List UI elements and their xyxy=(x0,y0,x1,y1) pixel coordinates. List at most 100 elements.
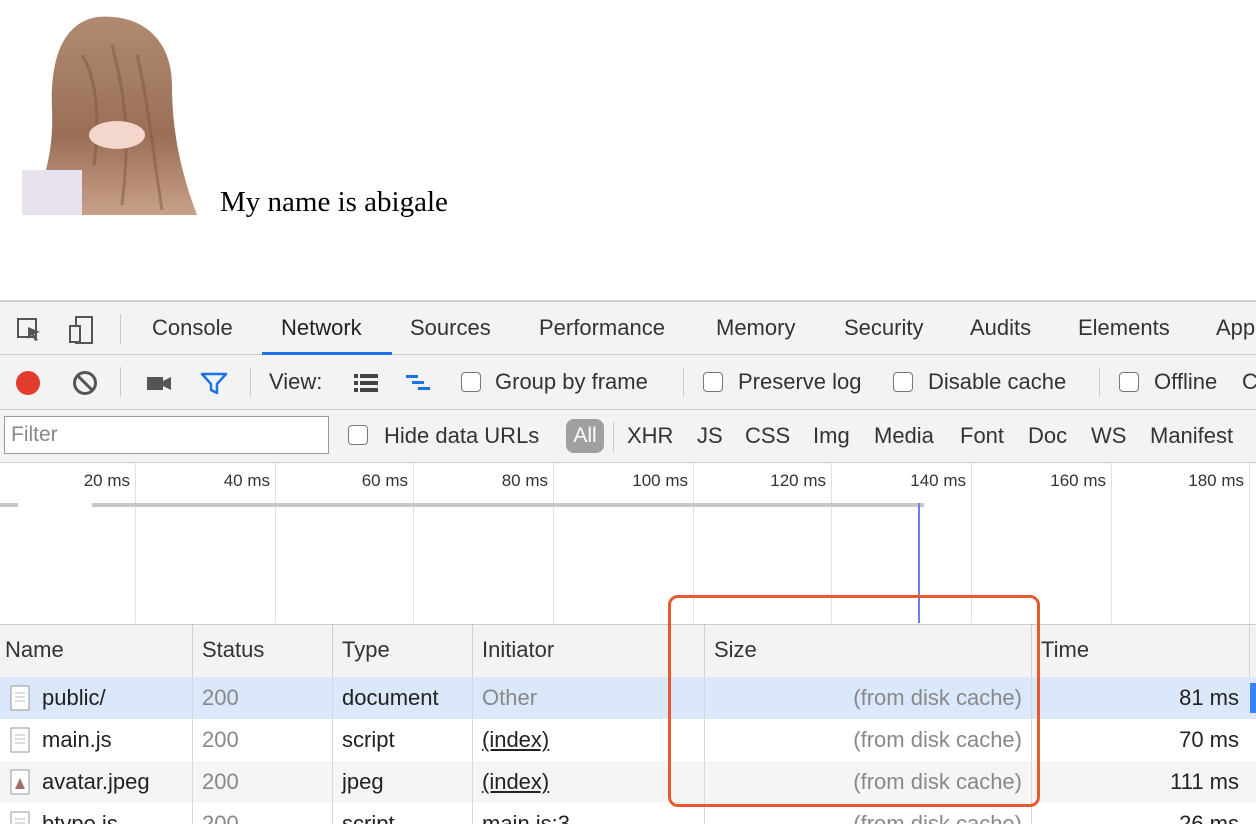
device-toolbar-icon[interactable] xyxy=(68,316,96,344)
clear-icon[interactable] xyxy=(71,369,99,397)
devtools-tabbar: Console Network Sources Performance Memo… xyxy=(0,302,1256,355)
request-size: (from disk cache) xyxy=(853,769,1022,794)
request-size: (from disk cache) xyxy=(853,727,1022,752)
request-type: jpeg xyxy=(342,769,384,794)
column-divider[interactable] xyxy=(472,625,473,677)
offline-label: Offline xyxy=(1154,369,1218,394)
timeline-tick-label: 20 ms xyxy=(83,471,130,490)
filter-type-doc[interactable]: Doc xyxy=(1028,410,1067,462)
request-name: main.js xyxy=(42,727,112,752)
request-type: script xyxy=(342,727,395,752)
tab-sources[interactable]: Sources xyxy=(410,302,491,354)
offline-checkbox[interactable] xyxy=(1119,372,1139,392)
tab-security[interactable]: Security xyxy=(844,302,923,354)
column-header-name[interactable]: Name xyxy=(5,625,64,677)
column-divider xyxy=(472,761,473,803)
large-request-rows-icon[interactable] xyxy=(352,369,380,397)
column-divider xyxy=(704,761,705,803)
filter-type-ws[interactable]: WS xyxy=(1091,410,1126,462)
request-time: 81 ms xyxy=(1179,685,1239,710)
filter-input[interactable] xyxy=(4,416,329,454)
hide-data-urls-label: Hide data URLs xyxy=(384,423,540,448)
throttling-select[interactable]: C xyxy=(1242,355,1256,409)
inspect-element-icon[interactable] xyxy=(16,316,44,344)
filter-type-xhr[interactable]: XHR xyxy=(627,410,673,462)
timeline-tick-label: 80 ms xyxy=(501,471,548,490)
table-row[interactable]: avatar.jpeg 200 jpeg (index) (from disk … xyxy=(0,761,1256,803)
disable-cache-checkbox[interactable] xyxy=(893,372,913,392)
script-file-icon xyxy=(10,811,30,824)
page-name-text: My name is abigale xyxy=(220,186,448,218)
column-divider[interactable] xyxy=(1249,625,1250,677)
hide-data-urls-checkbox[interactable] xyxy=(348,425,368,445)
column-divider xyxy=(1031,719,1032,761)
tab-memory[interactable]: Memory xyxy=(716,302,795,354)
filter-type-js[interactable]: JS xyxy=(697,410,723,462)
tab-network[interactable]: Network xyxy=(281,302,362,354)
request-initiator-link[interactable]: (index) xyxy=(482,761,549,803)
toolbar-separator xyxy=(250,367,251,397)
waterfall-overview-icon[interactable] xyxy=(404,369,432,397)
request-name: avatar.jpeg xyxy=(42,769,150,794)
column-divider[interactable] xyxy=(1031,625,1032,677)
column-header-size[interactable]: Size xyxy=(714,625,757,677)
filter-bar: Hide data URLs All XHR JS CSS Img Media … xyxy=(0,410,1256,463)
tab-elements[interactable]: Elements xyxy=(1078,302,1170,354)
column-divider xyxy=(472,719,473,761)
request-status: 200 xyxy=(202,769,239,794)
timeline-overview[interactable]: 20 ms 40 ms 60 ms 80 ms 100 ms 120 ms 14… xyxy=(0,463,1256,623)
column-header-status[interactable]: Status xyxy=(202,625,264,677)
column-divider xyxy=(332,719,333,761)
table-row[interactable]: main.js 200 script (index) (from disk ca… xyxy=(0,719,1256,761)
filter-type-manifest[interactable]: Manifest xyxy=(1150,410,1233,462)
request-size: (from disk cache) xyxy=(853,811,1022,824)
preserve-log-checkbox[interactable] xyxy=(703,372,723,392)
timeline-tick-label: 60 ms xyxy=(361,471,408,490)
filter-funnel-icon[interactable] xyxy=(200,369,228,397)
tab-console[interactable]: Console xyxy=(152,302,233,354)
column-divider[interactable] xyxy=(332,625,333,677)
table-row[interactable]: public/ 200 document Other (from disk ca… xyxy=(0,677,1256,719)
request-initiator-link[interactable]: main.js:3 xyxy=(482,803,570,824)
timeline-tick-label: 160 ms xyxy=(1050,471,1106,490)
column-divider xyxy=(192,677,193,719)
toolbar-separator xyxy=(120,367,121,397)
request-initiator-link[interactable]: (index) xyxy=(482,719,549,761)
record-icon[interactable] xyxy=(14,369,42,397)
timeline-gridline xyxy=(971,463,972,623)
column-header-time[interactable]: Time xyxy=(1041,625,1089,677)
filter-type-img[interactable]: Img xyxy=(813,410,850,462)
column-header-type[interactable]: Type xyxy=(342,625,390,677)
column-divider xyxy=(1031,803,1032,824)
tab-audits[interactable]: Audits xyxy=(970,302,1031,354)
column-header-initiator[interactable]: Initiator xyxy=(482,625,554,677)
group-by-frame-checkbox[interactable] xyxy=(461,372,481,392)
document-file-icon xyxy=(10,685,30,711)
filter-type-css[interactable]: CSS xyxy=(745,410,790,462)
timeline-tick-label: 120 ms xyxy=(770,471,826,490)
tab-performance[interactable]: Performance xyxy=(539,302,665,354)
column-divider xyxy=(1031,677,1032,719)
timeline-gridline xyxy=(693,463,694,623)
request-status: 200 xyxy=(202,685,239,710)
table-row[interactable]: btype.js 200 script main.js:3 (from disk… xyxy=(0,803,1256,824)
column-divider[interactable] xyxy=(704,625,705,677)
column-divider[interactable] xyxy=(192,625,193,677)
scrollbar-thumb[interactable] xyxy=(1250,683,1256,713)
request-size: (from disk cache) xyxy=(853,685,1022,710)
request-time: 111 ms xyxy=(1170,769,1239,794)
timeline-gridline xyxy=(553,463,554,623)
timeline-tick-label: 180 ms xyxy=(1188,471,1244,490)
group-by-frame-label: Group by frame xyxy=(495,369,648,394)
timeline-tick-label: 100 ms xyxy=(632,471,688,490)
capture-screenshots-icon[interactable] xyxy=(145,369,173,397)
filter-type-font[interactable]: Font xyxy=(960,410,1004,462)
request-initiator: Other xyxy=(482,685,538,710)
devtools-panel: Console Network Sources Performance Memo… xyxy=(0,300,1256,824)
tab-application[interactable]: App xyxy=(1216,302,1255,354)
column-divider xyxy=(332,677,333,719)
column-divider xyxy=(704,803,705,824)
request-status: 200 xyxy=(202,811,239,824)
filter-type-all[interactable]: All xyxy=(566,419,604,453)
filter-type-media[interactable]: Media xyxy=(874,410,934,462)
